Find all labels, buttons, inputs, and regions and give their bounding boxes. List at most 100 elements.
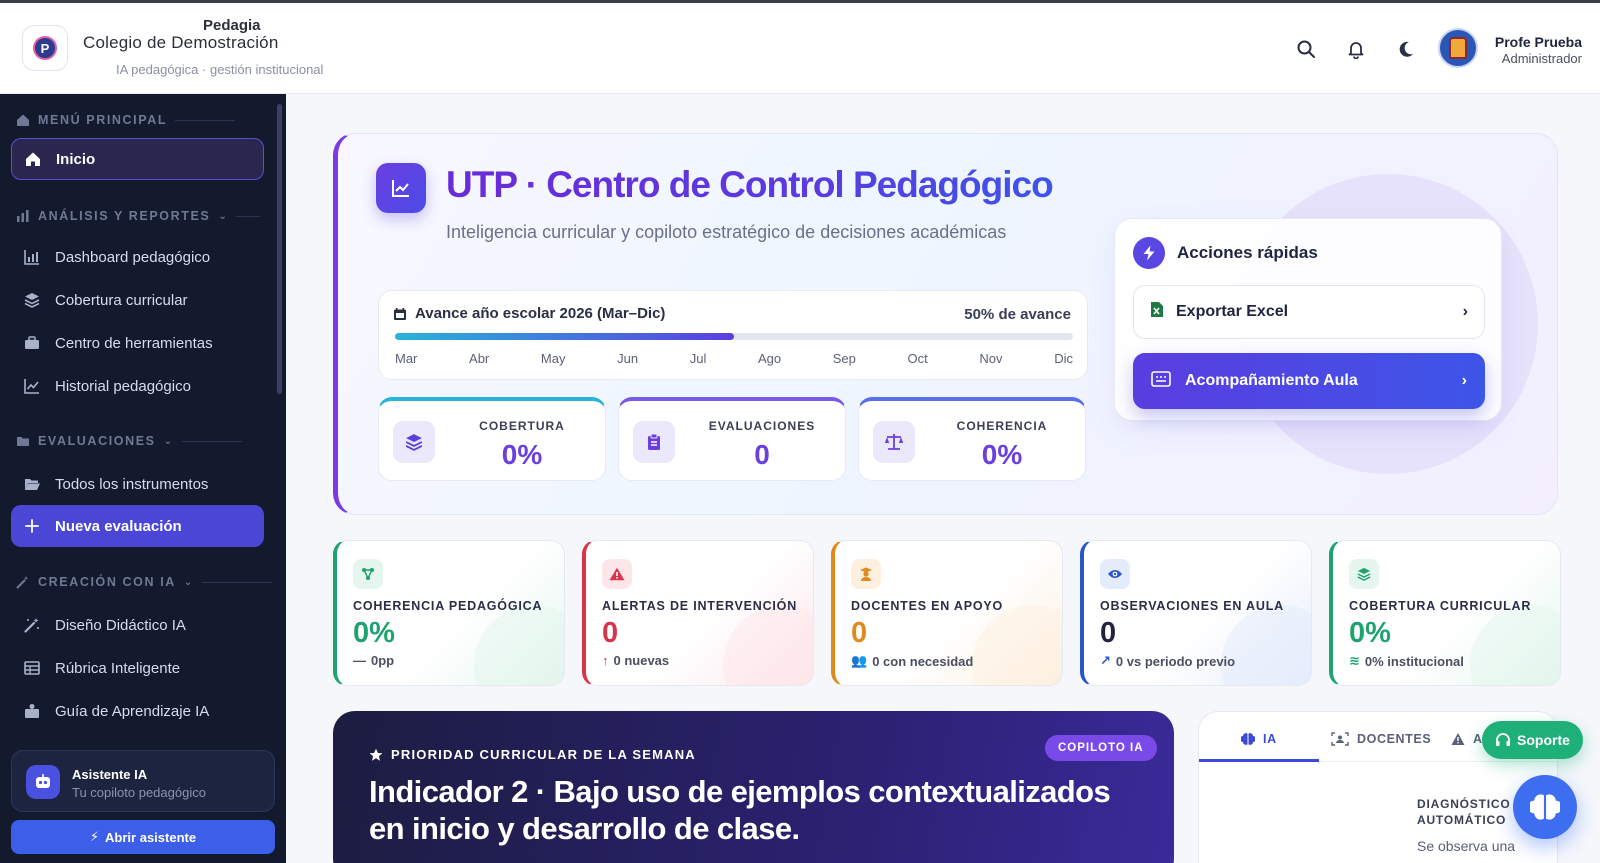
chevron-right-icon: ›	[1461, 372, 1467, 389]
brand-label: Pedagia	[203, 17, 261, 34]
month-label: Nov	[979, 351, 1003, 366]
tab-label: DOCENTES	[1357, 732, 1432, 746]
sidebar-item-label: Cobertura curricular	[55, 291, 188, 309]
open-assistant-button[interactable]: ⚡ Abrir asistente	[11, 820, 275, 854]
metric-docentes[interactable]: DOCENTES EN APOYO 0 👥 0 con necesidad	[831, 540, 1063, 686]
dash-icon: —	[353, 653, 366, 668]
metric-subtext-label: 0% institucional	[1364, 653, 1464, 669]
metric-label: COBERTURA CURRICULAR	[1349, 599, 1532, 613]
sidebar: MENÚ PRINCIPAL Inicio ANÁLISIS Y REPORTE…	[0, 94, 286, 863]
decorative-glow	[1470, 605, 1560, 685]
sidebar-item-cobertura[interactable]: Cobertura curricular	[11, 279, 264, 321]
sidebar-item-rubrica[interactable]: Rúbrica Inteligente	[11, 647, 264, 689]
month-label: Mar	[395, 351, 418, 366]
school-name: Colegio de Demostración	[83, 33, 279, 52]
search-icon[interactable]	[1294, 37, 1318, 61]
arrow-up-icon: ↑	[602, 653, 609, 668]
sidebar-item-label: Centro de herramientas	[55, 334, 213, 352]
month-label: May	[540, 351, 566, 366]
metric-alertas[interactable]: ALERTAS DE INTERVENCIÓN 0 ↑ 0 nuevas	[582, 540, 814, 686]
users-icon: 👥	[851, 653, 868, 668]
kpi-cobertura[interactable]: COBERTURA 0%	[378, 397, 606, 481]
copilot-badge: COPILOTO IA	[1045, 735, 1157, 761]
sidebar-item-label: Guía de Aprendizaje IA	[55, 702, 210, 720]
folder-open-icon	[23, 475, 41, 493]
metric-subtext-label: 0 con necesidad	[872, 653, 974, 669]
section-reports[interactable]: ANÁLISIS Y REPORTES ⌄	[16, 206, 261, 226]
sidebar-item-label: Diseño Didáctico IA	[55, 616, 186, 634]
tab-alertas[interactable]: A	[1451, 724, 1483, 754]
kpi-label: COBERTURA	[479, 419, 565, 433]
sidebar-item-label: Todos los instrumentos	[55, 475, 209, 493]
chevron-down-icon: ⌄	[183, 576, 194, 588]
sidebar-item-diseno-ia[interactable]: Diseño Didáctico IA	[11, 604, 264, 646]
excel-icon	[1150, 301, 1164, 323]
warning-icon	[1451, 733, 1465, 745]
sidebar-item-dashboard[interactable]: Dashboard pedagógico	[11, 236, 264, 278]
diagnostic-label-line1: DIAGNÓSTICO	[1417, 797, 1511, 811]
month-label: Oct	[907, 351, 928, 366]
bolt-icon: ⚡	[89, 829, 100, 844]
month-label: Ago	[757, 351, 782, 366]
layers-icon	[1349, 559, 1379, 589]
calendar-icon	[394, 307, 406, 320]
classroom-accompaniment-label: Acompañamiento Aula	[1185, 372, 1358, 389]
section-evaluaciones[interactable]: EVALUACIONES ⌄	[16, 431, 242, 451]
metric-observaciones[interactable]: OBSERVACIONES EN AULA 0 ↗ 0 vs periodo prev…	[1080, 540, 1312, 686]
sidebar-item-historial[interactable]: Historial pedagógico	[11, 365, 264, 407]
diagram-icon	[353, 559, 383, 589]
metric-cobertura[interactable]: COBERTURA CURRICULAR 0% ≋ 0% institucional	[1329, 540, 1561, 686]
chevron-right-icon: ›	[1462, 303, 1468, 320]
kpi-coherencia[interactable]: COHERENCIA 0%	[858, 397, 1086, 481]
diagnostic-label-line2: AUTOMÁTICO	[1417, 813, 1507, 827]
folder-icon	[17, 437, 29, 446]
sidebar-item-label: Nueva evaluación	[55, 517, 182, 535]
school-logo[interactable]: P	[22, 25, 68, 71]
plus-icon	[23, 517, 41, 535]
metric-coherencia[interactable]: COHERENCIA PEDAGÓGICA 0% — 0pp	[333, 540, 565, 686]
month-label: Dic	[1054, 351, 1073, 366]
bar-chart-icon	[23, 248, 41, 266]
sidebar-item-guia[interactable]: Guía de Aprendizaje IA	[11, 690, 264, 732]
teacher-icon	[851, 559, 881, 589]
section-main-menu: MENÚ PRINCIPAL	[16, 110, 236, 130]
diagnostic-text: Se observa una	[1417, 838, 1516, 854]
ai-brain-fab[interactable]	[1513, 775, 1577, 839]
sidebar-item-inicio[interactable]: Inicio	[11, 138, 264, 180]
sidebar-scrollbar[interactable]	[277, 104, 282, 394]
chart-icon	[17, 210, 29, 222]
tab-docentes[interactable]: DOCENTES	[1331, 724, 1431, 754]
decorative-glow	[723, 605, 813, 685]
sidebar-item-instrumentos[interactable]: Todos los instrumentos	[11, 463, 264, 505]
kpi-label: COHERENCIA	[956, 419, 1048, 433]
export-excel-button[interactable]: Exportar Excel ›	[1133, 285, 1485, 339]
new-evaluation-button[interactable]: Nueva evaluación	[11, 505, 264, 547]
moon-icon[interactable]	[1394, 37, 1418, 61]
headset-icon	[1496, 733, 1511, 746]
toolbox-icon	[23, 334, 41, 352]
kpi-evaluaciones[interactable]: EVALUACIONES 0	[618, 397, 846, 481]
metric-subtext: 👥 0 con necesidad	[851, 653, 973, 669]
bell-icon[interactable]	[1344, 37, 1368, 61]
classroom-accompaniment-button[interactable]: Acompañamiento Aula ›	[1133, 353, 1485, 409]
user-role: Administrador	[1501, 51, 1582, 66]
tab-ia[interactable]: IA	[1241, 724, 1277, 754]
classroom-icon	[1151, 370, 1171, 392]
metric-subtext: — 0pp	[353, 653, 394, 668]
month-label: Jun	[617, 351, 639, 366]
month-labels: Mar Abr May Jun Jul Ago Sep Oct Nov Dic	[395, 351, 1073, 366]
year-progress-track	[395, 333, 1073, 340]
user-name[interactable]: Profe Prueba	[1495, 34, 1582, 50]
support-button[interactable]: Soporte	[1482, 721, 1583, 759]
assistant-title: Asistente IA	[72, 767, 148, 782]
users-icon	[1331, 732, 1349, 746]
logo-mark: P	[33, 36, 57, 60]
weekly-priority-card[interactable]: PRIORIDAD CURRICULAR DE LA SEMANA COPILO…	[333, 711, 1174, 863]
user-avatar[interactable]	[1438, 28, 1478, 68]
section-creacion-ia[interactable]: CREACIÓN CON IA ⌄	[16, 572, 272, 592]
page-subtitle: Inteligencia curricular y copiloto estra…	[446, 222, 1007, 242]
layers-icon	[393, 421, 435, 463]
eye-icon	[1100, 559, 1130, 589]
sidebar-item-herramientas[interactable]: Centro de herramientas	[11, 322, 264, 364]
support-label: Soporte	[1517, 732, 1570, 748]
